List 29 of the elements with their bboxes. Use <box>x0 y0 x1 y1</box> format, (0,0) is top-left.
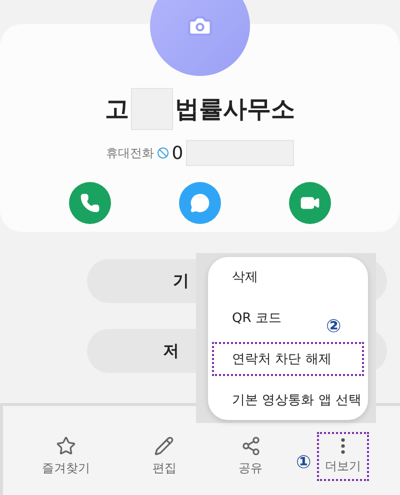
step-marker: ① <box>296 452 312 473</box>
contact-name: 법률사무소 <box>175 94 295 125</box>
step-marker: ② <box>326 316 342 337</box>
chat-bubble-icon <box>190 193 210 213</box>
phone-icon <box>80 193 100 213</box>
share-button[interactable]: 공유 <box>230 430 271 483</box>
phone-number: 0 <box>172 142 184 164</box>
button-label: 더보기 <box>324 458 361 475</box>
pencil-icon <box>154 436 174 456</box>
star-icon <box>56 436 76 456</box>
call-button[interactable] <box>69 182 111 224</box>
video-button[interactable] <box>289 182 331 224</box>
message-button[interactable] <box>179 182 221 224</box>
contact-name: 고 <box>105 94 129 125</box>
menu-item[interactable]: 연락처 차단 해제 <box>212 342 364 376</box>
edit-button[interactable]: 편집 <box>144 430 184 483</box>
menu-item[interactable]: 기본 영상통화 앱 선택 <box>212 382 372 417</box>
button-label: 편집 <box>152 460 176 477</box>
menu-item[interactable]: 삭제 <box>212 260 268 294</box>
menu-item[interactable]: QR 코드 <box>212 301 292 336</box>
phone-label: 휴대전화 <box>106 144 154 162</box>
button-label: 공유 <box>238 460 263 477</box>
more-icon <box>340 438 345 454</box>
blocked-icon <box>156 147 169 159</box>
share-icon <box>240 436 261 456</box>
button-label: 즐겨찾기 <box>42 460 90 477</box>
star-button[interactable]: 즐겨찾기 <box>34 430 98 483</box>
redaction-box <box>131 88 173 130</box>
more-button[interactable]: 더보기 <box>316 432 369 481</box>
